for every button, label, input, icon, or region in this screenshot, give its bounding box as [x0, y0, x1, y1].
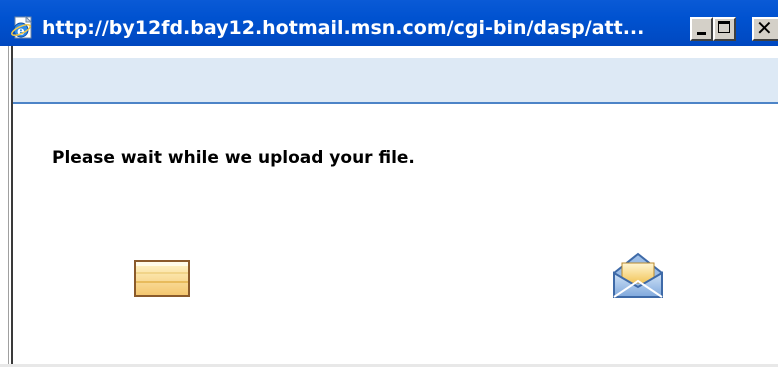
ie-page-icon: e: [11, 16, 33, 39]
title-bar[interactable]: e http://by12fd.bay12.hotmail.msn.com/cg…: [0, 0, 778, 46]
minimize-button[interactable]: [690, 17, 713, 41]
window-left-border-line: [8, 46, 9, 367]
content-area: [13, 104, 778, 367]
popup-window: e http://by12fd.bay12.hotmail.msn.com/cg…: [0, 0, 778, 367]
window-title: http://by12fd.bay12.hotmail.msn.com/cgi-…: [42, 17, 645, 39]
upload-status-message: Please wait while we upload your file.: [52, 148, 415, 168]
minimize-icon: [697, 32, 706, 35]
close-button[interactable]: ✕: [752, 16, 778, 41]
header-band: [13, 58, 778, 104]
open-envelope-icon: [613, 252, 663, 298]
close-icon: ✕: [756, 16, 773, 40]
maximize-button[interactable]: [713, 17, 736, 41]
file-icon: [134, 260, 190, 297]
maximize-icon: [718, 21, 730, 33]
